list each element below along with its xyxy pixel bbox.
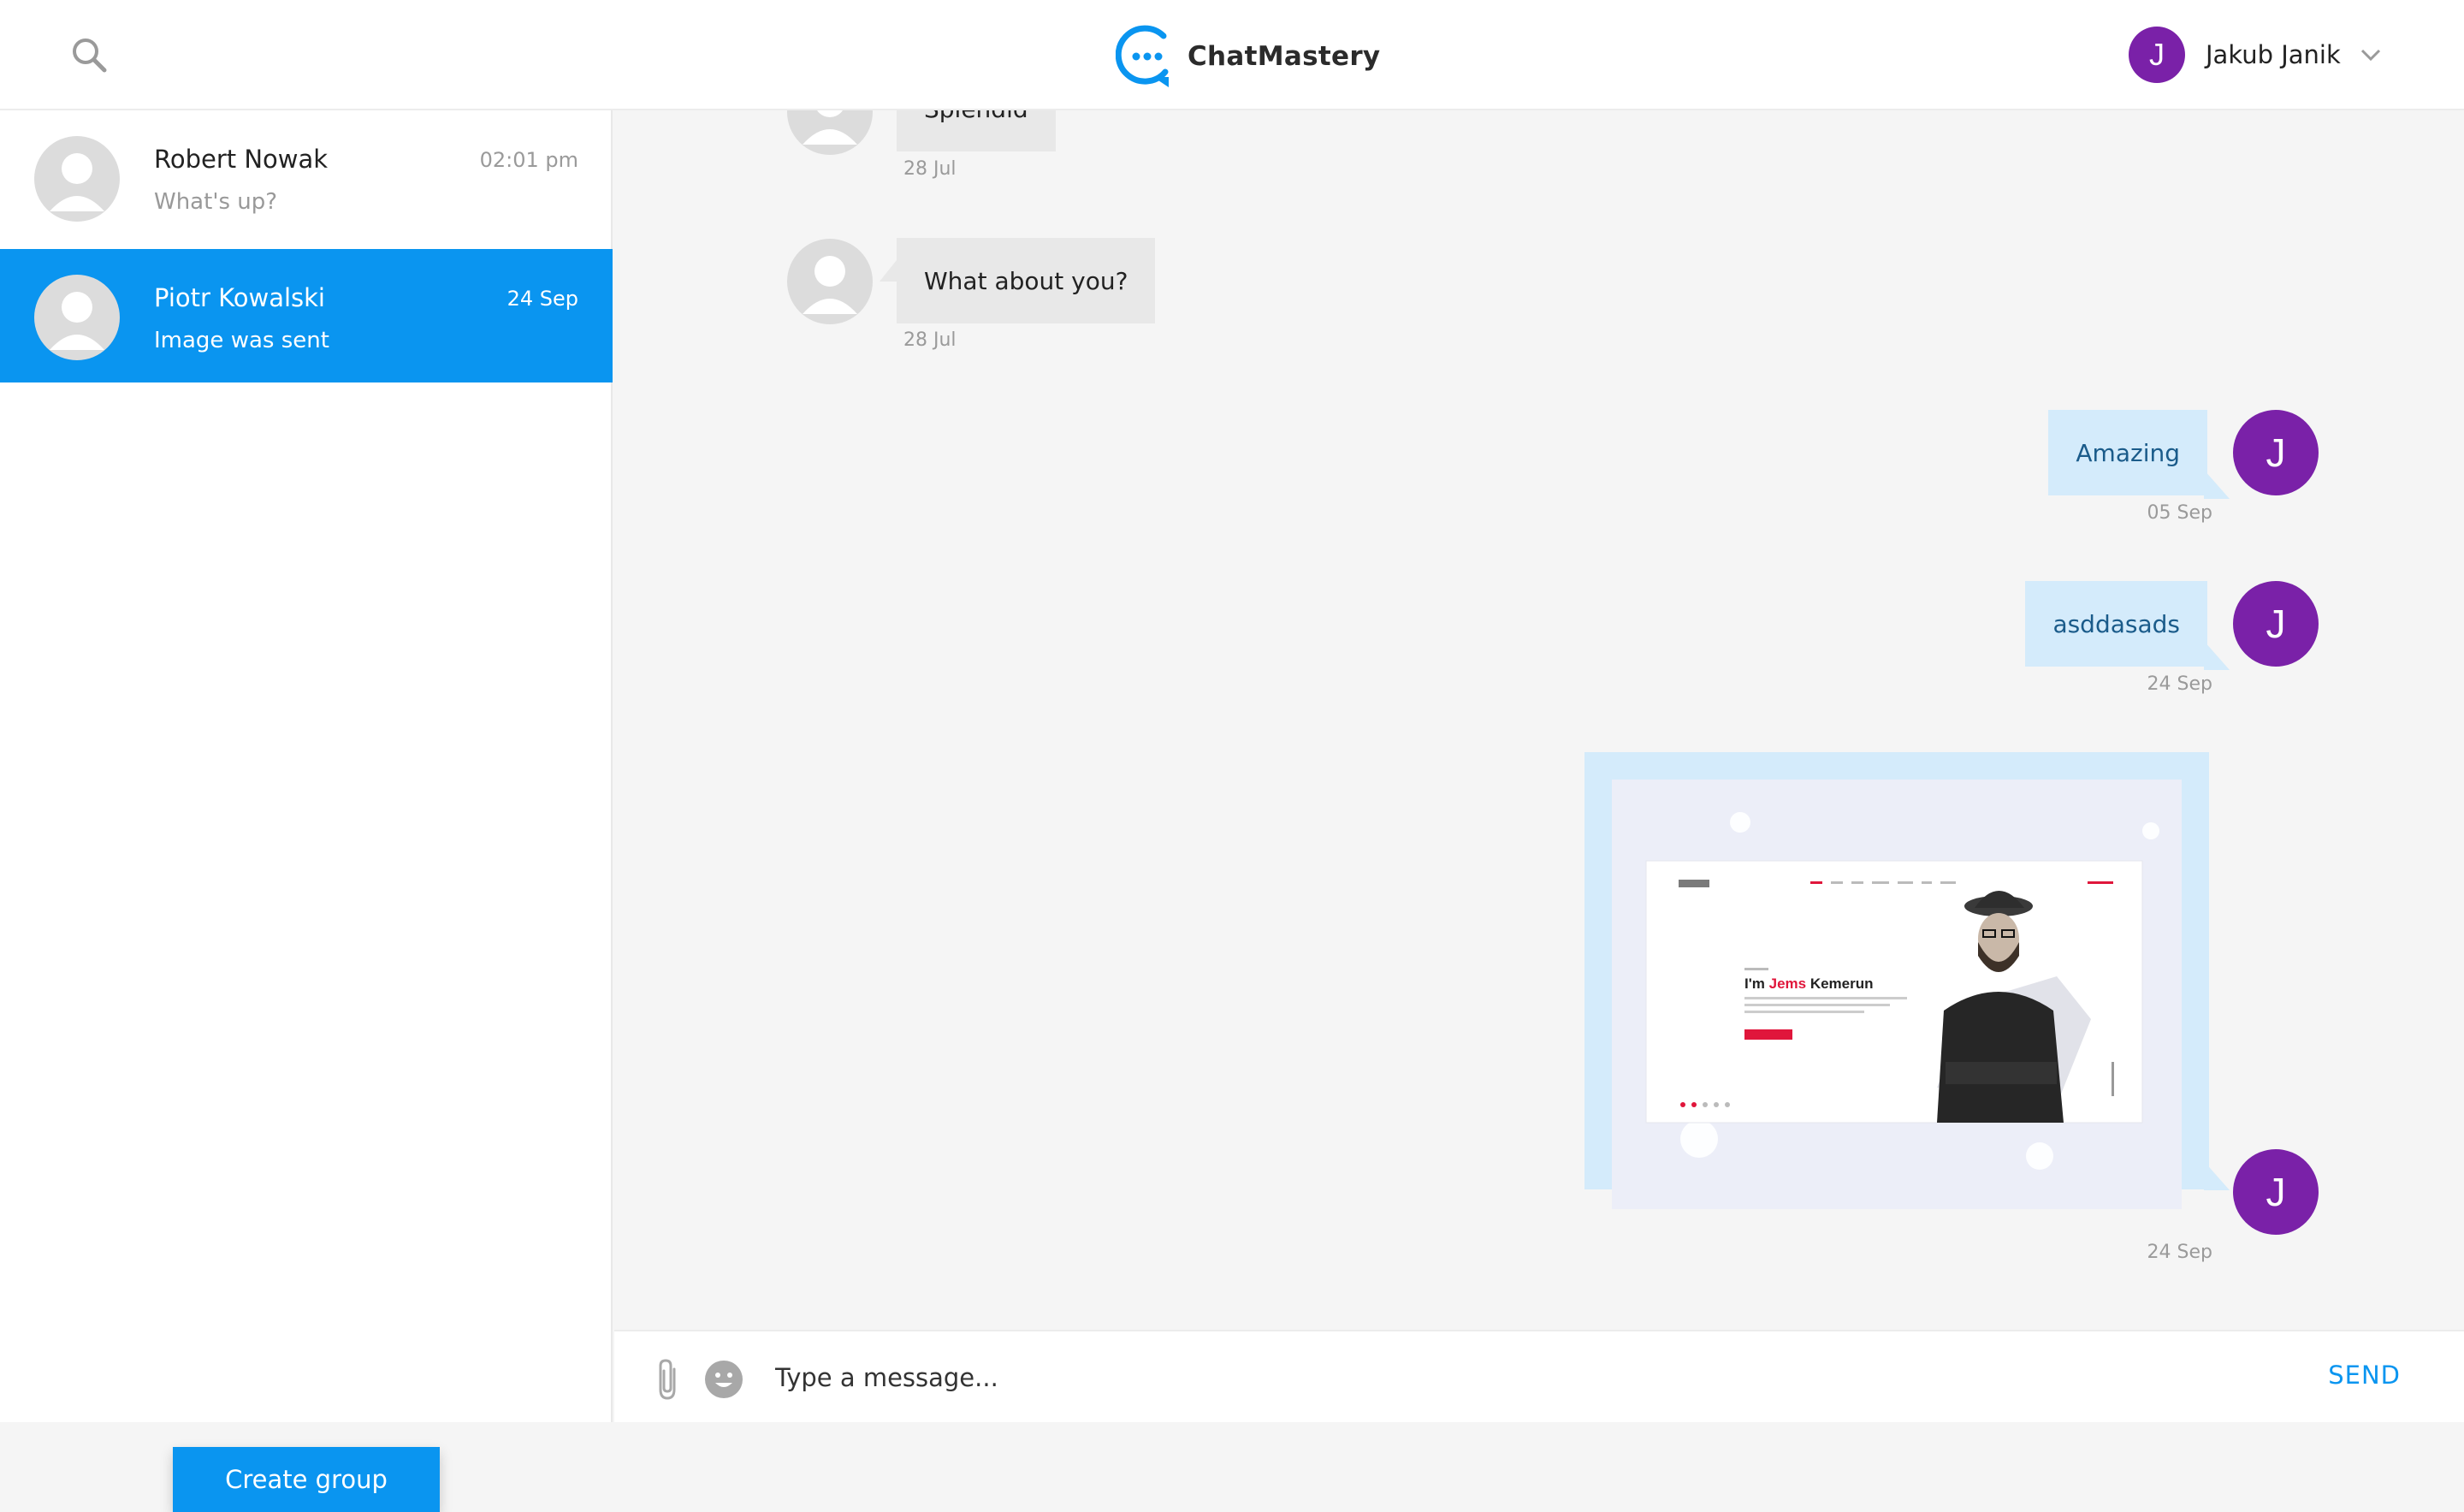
conversation-sidebar: Robert Nowak 02:01 pm What's up? Piotr K…: [0, 110, 613, 1512]
message-input[interactable]: [775, 1352, 2230, 1403]
message-date: 28 Jul: [903, 158, 957, 180]
send-button[interactable]: SEND: [2328, 1361, 2401, 1390]
sender-avatar: J: [2233, 1149, 2319, 1235]
conversation-time: 24 Sep: [506, 287, 578, 311]
image-heading-suffix: Kemerun: [1806, 975, 1873, 992]
conversation-item-active[interactable]: Piotr Kowalski 24 Sep Image was sent: [0, 249, 613, 382]
top-bar: ChatMastery J Jakub Janik: [0, 0, 2464, 110]
image-heading-highlight: Jems: [1769, 975, 1806, 992]
user-avatar: J: [2129, 27, 2185, 83]
image-message[interactable]: I'm Jems Kemerun: [1584, 752, 2209, 1209]
paperclip-icon: [659, 1359, 676, 1400]
chat-logo-icon: [1116, 25, 1169, 87]
search-icon: [73, 39, 107, 73]
conversation-item[interactable]: Robert Nowak 02:01 pm What's up?: [0, 110, 613, 244]
emoji-icon: [705, 1361, 743, 1398]
user-menu[interactable]: J Jakub Janik: [2129, 27, 2384, 83]
message-date: 28 Jul: [903, 329, 957, 351]
conversation-time: 02:01 pm: [479, 148, 578, 172]
contact-avatar-icon: [787, 239, 873, 324]
emoji-button[interactable]: [703, 1359, 744, 1400]
search-button[interactable]: [68, 34, 111, 77]
outgoing-message: Amazing: [2048, 410, 2207, 495]
attach-button[interactable]: [652, 1357, 686, 1402]
chevron-down-icon: [2360, 49, 2380, 62]
message-date: 24 Sep: [2147, 673, 2212, 695]
conversation-name: Robert Nowak: [154, 145, 329, 174]
chat-area[interactable]: Splendid 28 Jul What about you? 28 Jul A…: [614, 110, 2464, 1330]
user-name: Jakub Janik: [2206, 40, 2341, 69]
svg-text:I'm Jems Kemerun: I'm Jems Kemerun: [1744, 975, 1874, 992]
sender-avatar: J: [2233, 581, 2319, 667]
message-date: 05 Sep: [2147, 502, 2212, 524]
app-logo[interactable]: ChatMastery: [1116, 22, 1380, 91]
bubble-tail: [2204, 1161, 2230, 1190]
bubble-tail: [2204, 470, 2230, 499]
default-avatar-icon: [34, 275, 120, 360]
default-avatar-icon: [34, 136, 120, 222]
logo-text: ChatMastery: [1188, 41, 1381, 72]
conversation-preview: Image was sent: [154, 328, 329, 353]
outgoing-message: asddasads: [2025, 581, 2207, 667]
incoming-message: Splendid: [897, 110, 1056, 151]
image-heading-prefix: I'm: [1744, 975, 1769, 992]
conversation-preview: What's up?: [154, 189, 278, 215]
create-group-button[interactable]: Create group: [173, 1447, 440, 1512]
image-attachment[interactable]: I'm Jems Kemerun: [1612, 780, 2182, 1209]
conversation-name: Piotr Kowalski: [154, 283, 325, 312]
bubble-tail: [2204, 641, 2230, 670]
sender-avatar: J: [2233, 410, 2319, 495]
message-date: 24 Sep: [2147, 1242, 2212, 1263]
incoming-message: What about you?: [897, 238, 1156, 323]
message-composer: SEND: [614, 1330, 2464, 1422]
website-screenshot-image: I'm Jems Kemerun: [1612, 780, 2182, 1209]
contact-avatar-icon: [787, 110, 873, 155]
